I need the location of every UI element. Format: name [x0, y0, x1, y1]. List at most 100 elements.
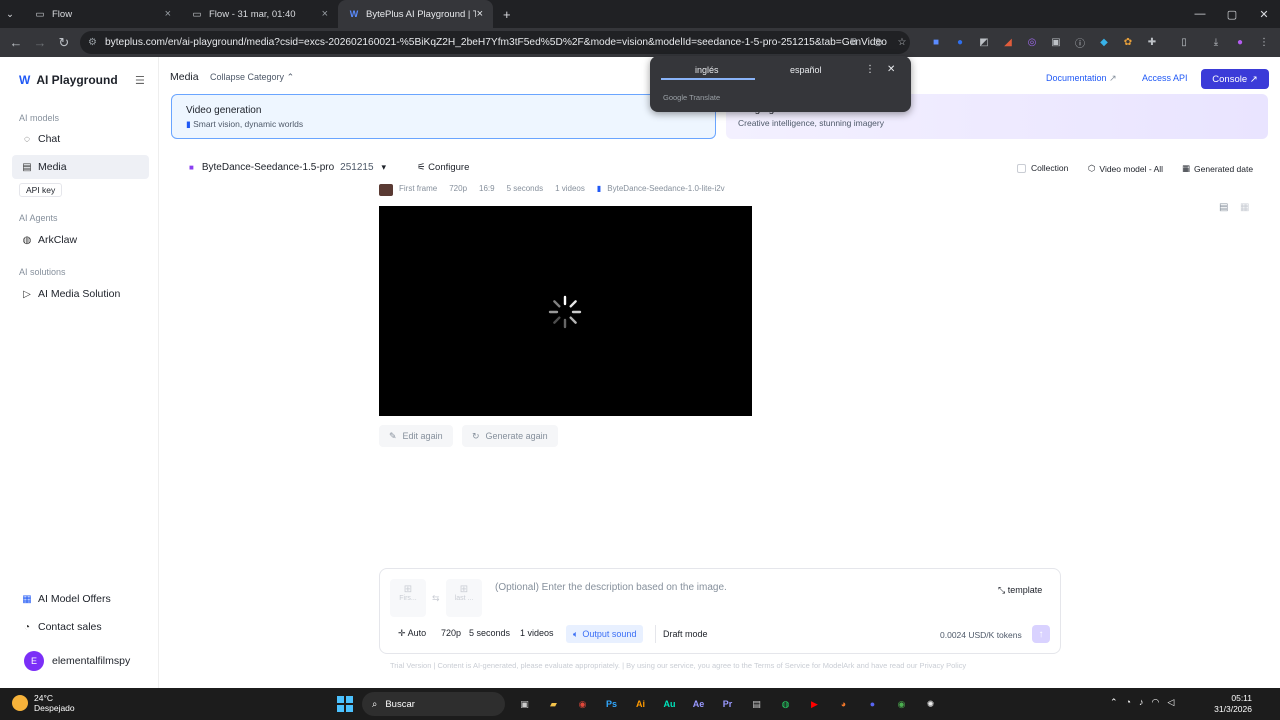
send-button[interactable]: ↑	[1032, 625, 1050, 643]
api-key-badge[interactable]: API key	[19, 183, 63, 197]
template-button[interactable]: ⤡ template	[998, 585, 1042, 596]
extension-icon[interactable]: ■	[924, 32, 948, 52]
whatsapp-icon[interactable]: ◍	[771, 692, 800, 716]
sidebar-item-chat[interactable]: ◌ Chat	[12, 127, 149, 151]
extension-icon[interactable]: ●	[948, 32, 972, 52]
sidebar-item-model-offers[interactable]: ▦ AI Model Offers	[12, 587, 149, 611]
eye-off-icon[interactable]: ◎	[866, 32, 890, 52]
browser-tab-flow[interactable]: ▭ Flow ×	[24, 0, 181, 28]
close-tab-icon[interactable]: ×	[477, 8, 483, 20]
close-icon[interactable]: ✕	[887, 64, 895, 75]
windows-start-icon[interactable]	[337, 696, 353, 712]
ratio-option[interactable]: ✛ Auto	[398, 628, 426, 639]
system-clock[interactable]: 05:11 31/3/2026	[1210, 693, 1252, 715]
translate-icon[interactable]: ⧉	[842, 32, 866, 52]
configure-button[interactable]: ⚟ Configure	[417, 162, 469, 173]
sidebar-item-contact-sales[interactable]: ◔ Contact sales	[12, 615, 149, 639]
collapse-category-toggle[interactable]: Collapse Category ⌃	[210, 72, 294, 83]
mic-icon[interactable]: ♪	[1139, 697, 1144, 708]
profile-icon[interactable]: ●	[1228, 32, 1252, 52]
weather-widget[interactable]: 24°C Despejado	[12, 693, 75, 713]
maximize-icon[interactable]: ▢	[1216, 0, 1248, 28]
app-icon[interactable]: ▤	[742, 692, 771, 716]
browser-tab-flow-date[interactable]: ▭ Flow - 31 mar, 01:40 ×	[181, 0, 338, 28]
taskbar-search[interactable]: ⌕ Buscar	[362, 692, 505, 716]
model-selector[interactable]: ■ ByteDance-Seedance-1.5-pro 251215 ▾	[189, 162, 386, 173]
extensions-puzzle-icon[interactable]: ✚	[1140, 32, 1164, 52]
extension-icon[interactable]: ▣	[1044, 32, 1068, 52]
output-sound-toggle[interactable]: 🔈︎ Output sound	[566, 625, 644, 643]
illustrator-icon[interactable]: Ai	[626, 692, 655, 716]
sidebar-item-media[interactable]: ▤ Media	[12, 155, 149, 179]
audition-icon[interactable]: Au	[655, 692, 684, 716]
source-language-tab[interactable]: inglés	[695, 65, 719, 75]
grid-view-icon[interactable]: ▦	[1240, 202, 1249, 213]
sidebar-item-label: AI Model Offers	[38, 593, 111, 605]
premiere-icon[interactable]: Pr	[713, 692, 742, 716]
chevron-up-icon[interactable]: ⌃	[1110, 697, 1118, 708]
extension-icon[interactable]: ◎	[1020, 32, 1044, 52]
split-view-icon[interactable]: ▯	[1172, 32, 1196, 52]
generate-again-button[interactable]: ↻ Generate again	[462, 425, 558, 447]
extension-icon[interactable]: ✿	[1116, 32, 1140, 52]
wifi-icon[interactable]: ◠	[1151, 697, 1159, 708]
download-icon[interactable]: ⤓	[1204, 32, 1228, 52]
video-generation-card[interactable]: Video generation ▮ Smart vision, dynamic…	[171, 94, 716, 139]
collapse-sidebar-icon[interactable]: ☰	[135, 74, 145, 87]
url-field[interactable]: ⚙ byteplus.com/en/ai-playground/media?cs…	[80, 31, 910, 54]
prompt-input[interactable]: (Optional) Enter the description based o…	[495, 582, 727, 593]
new-tab-button[interactable]: +	[493, 0, 523, 28]
access-api-link[interactable]: Access API	[1142, 73, 1188, 83]
bookmark-star-icon[interactable]: ☆	[890, 32, 914, 52]
app-icon[interactable]: ●	[858, 692, 887, 716]
file-explorer-icon[interactable]: ▰	[539, 692, 568, 716]
back-icon[interactable]: ←	[4, 35, 28, 50]
site-info-icon[interactable]: ⚙	[88, 37, 97, 48]
duration-option[interactable]: 5 seconds	[469, 628, 510, 638]
chatgpt-icon[interactable]: ✺	[916, 692, 945, 716]
app-logo[interactable]: W AI Playground	[19, 73, 118, 87]
chrome-icon[interactable]: ◉	[887, 692, 916, 716]
more-options-icon[interactable]: ⋮	[865, 64, 875, 75]
chrome-icon[interactable]: ◉	[568, 692, 597, 716]
sidebar-item-media-solution[interactable]: ▷ AI Media Solution	[12, 282, 149, 306]
generated-date-filter[interactable]: ▦ Generated date	[1182, 163, 1253, 174]
video-model-filter[interactable]: ⬡ Video model - All	[1088, 163, 1163, 174]
reload-icon[interactable]: ↻	[52, 35, 76, 51]
after-effects-icon[interactable]: Ae	[684, 692, 713, 716]
youtube-icon[interactable]: ▶	[800, 692, 829, 716]
sidebar-item-arkclaw[interactable]: ◍ ArkClaw	[12, 228, 149, 252]
first-frame-upload[interactable]: ⊞ Firs...	[390, 579, 426, 617]
swap-icon[interactable]: ⇆	[432, 593, 440, 604]
collection-filter[interactable]: Collection	[1017, 163, 1068, 173]
minimize-icon[interactable]: —	[1184, 0, 1216, 28]
draft-mode-toggle[interactable]: Draft mode	[655, 625, 715, 643]
task-view-icon[interactable]: ▣	[510, 692, 539, 716]
console-button[interactable]: Console ↗	[1201, 69, 1269, 89]
last-frame-upload[interactable]: ⊞ last ...	[446, 579, 482, 617]
checkbox[interactable]	[1017, 163, 1026, 173]
user-profile[interactable]: E elementalfilmspy	[16, 649, 153, 673]
photoshop-icon[interactable]: Ps	[597, 692, 626, 716]
video-preview[interactable]	[379, 206, 752, 416]
forward-icon[interactable]: →	[28, 35, 52, 50]
list-view-icon[interactable]: ▤	[1219, 202, 1228, 213]
count-option[interactable]: 1 videos	[520, 628, 554, 638]
target-language-tab[interactable]: español	[790, 65, 822, 75]
close-window-icon[interactable]: ✕	[1248, 0, 1280, 28]
extension-icon[interactable]: ◢	[996, 32, 1020, 52]
extension-icon[interactable]: ◩	[972, 32, 996, 52]
network-icon[interactable]: ◔	[1126, 697, 1131, 708]
extension-icon[interactable]: ◆	[1092, 32, 1116, 52]
close-tab-icon[interactable]: ×	[165, 8, 171, 20]
browser-menu-icon[interactable]: ⋮	[1252, 32, 1276, 52]
documentation-link[interactable]: Documentation ↗	[1046, 73, 1117, 84]
browser-tab-byteplus[interactable]: W BytePlus AI Playground | Try Ai ×	[338, 0, 493, 28]
volume-icon[interactable]: ◁	[1167, 697, 1174, 708]
edit-again-button[interactable]: ✎ Edit again	[379, 425, 453, 447]
resolution-option[interactable]: 720p	[441, 628, 461, 638]
extension-icon[interactable]: ⓘ	[1068, 32, 1092, 52]
blender-icon[interactable]: ◕	[829, 692, 858, 716]
tab-list-button[interactable]: ⌄	[0, 0, 24, 28]
close-tab-icon[interactable]: ×	[322, 8, 328, 20]
